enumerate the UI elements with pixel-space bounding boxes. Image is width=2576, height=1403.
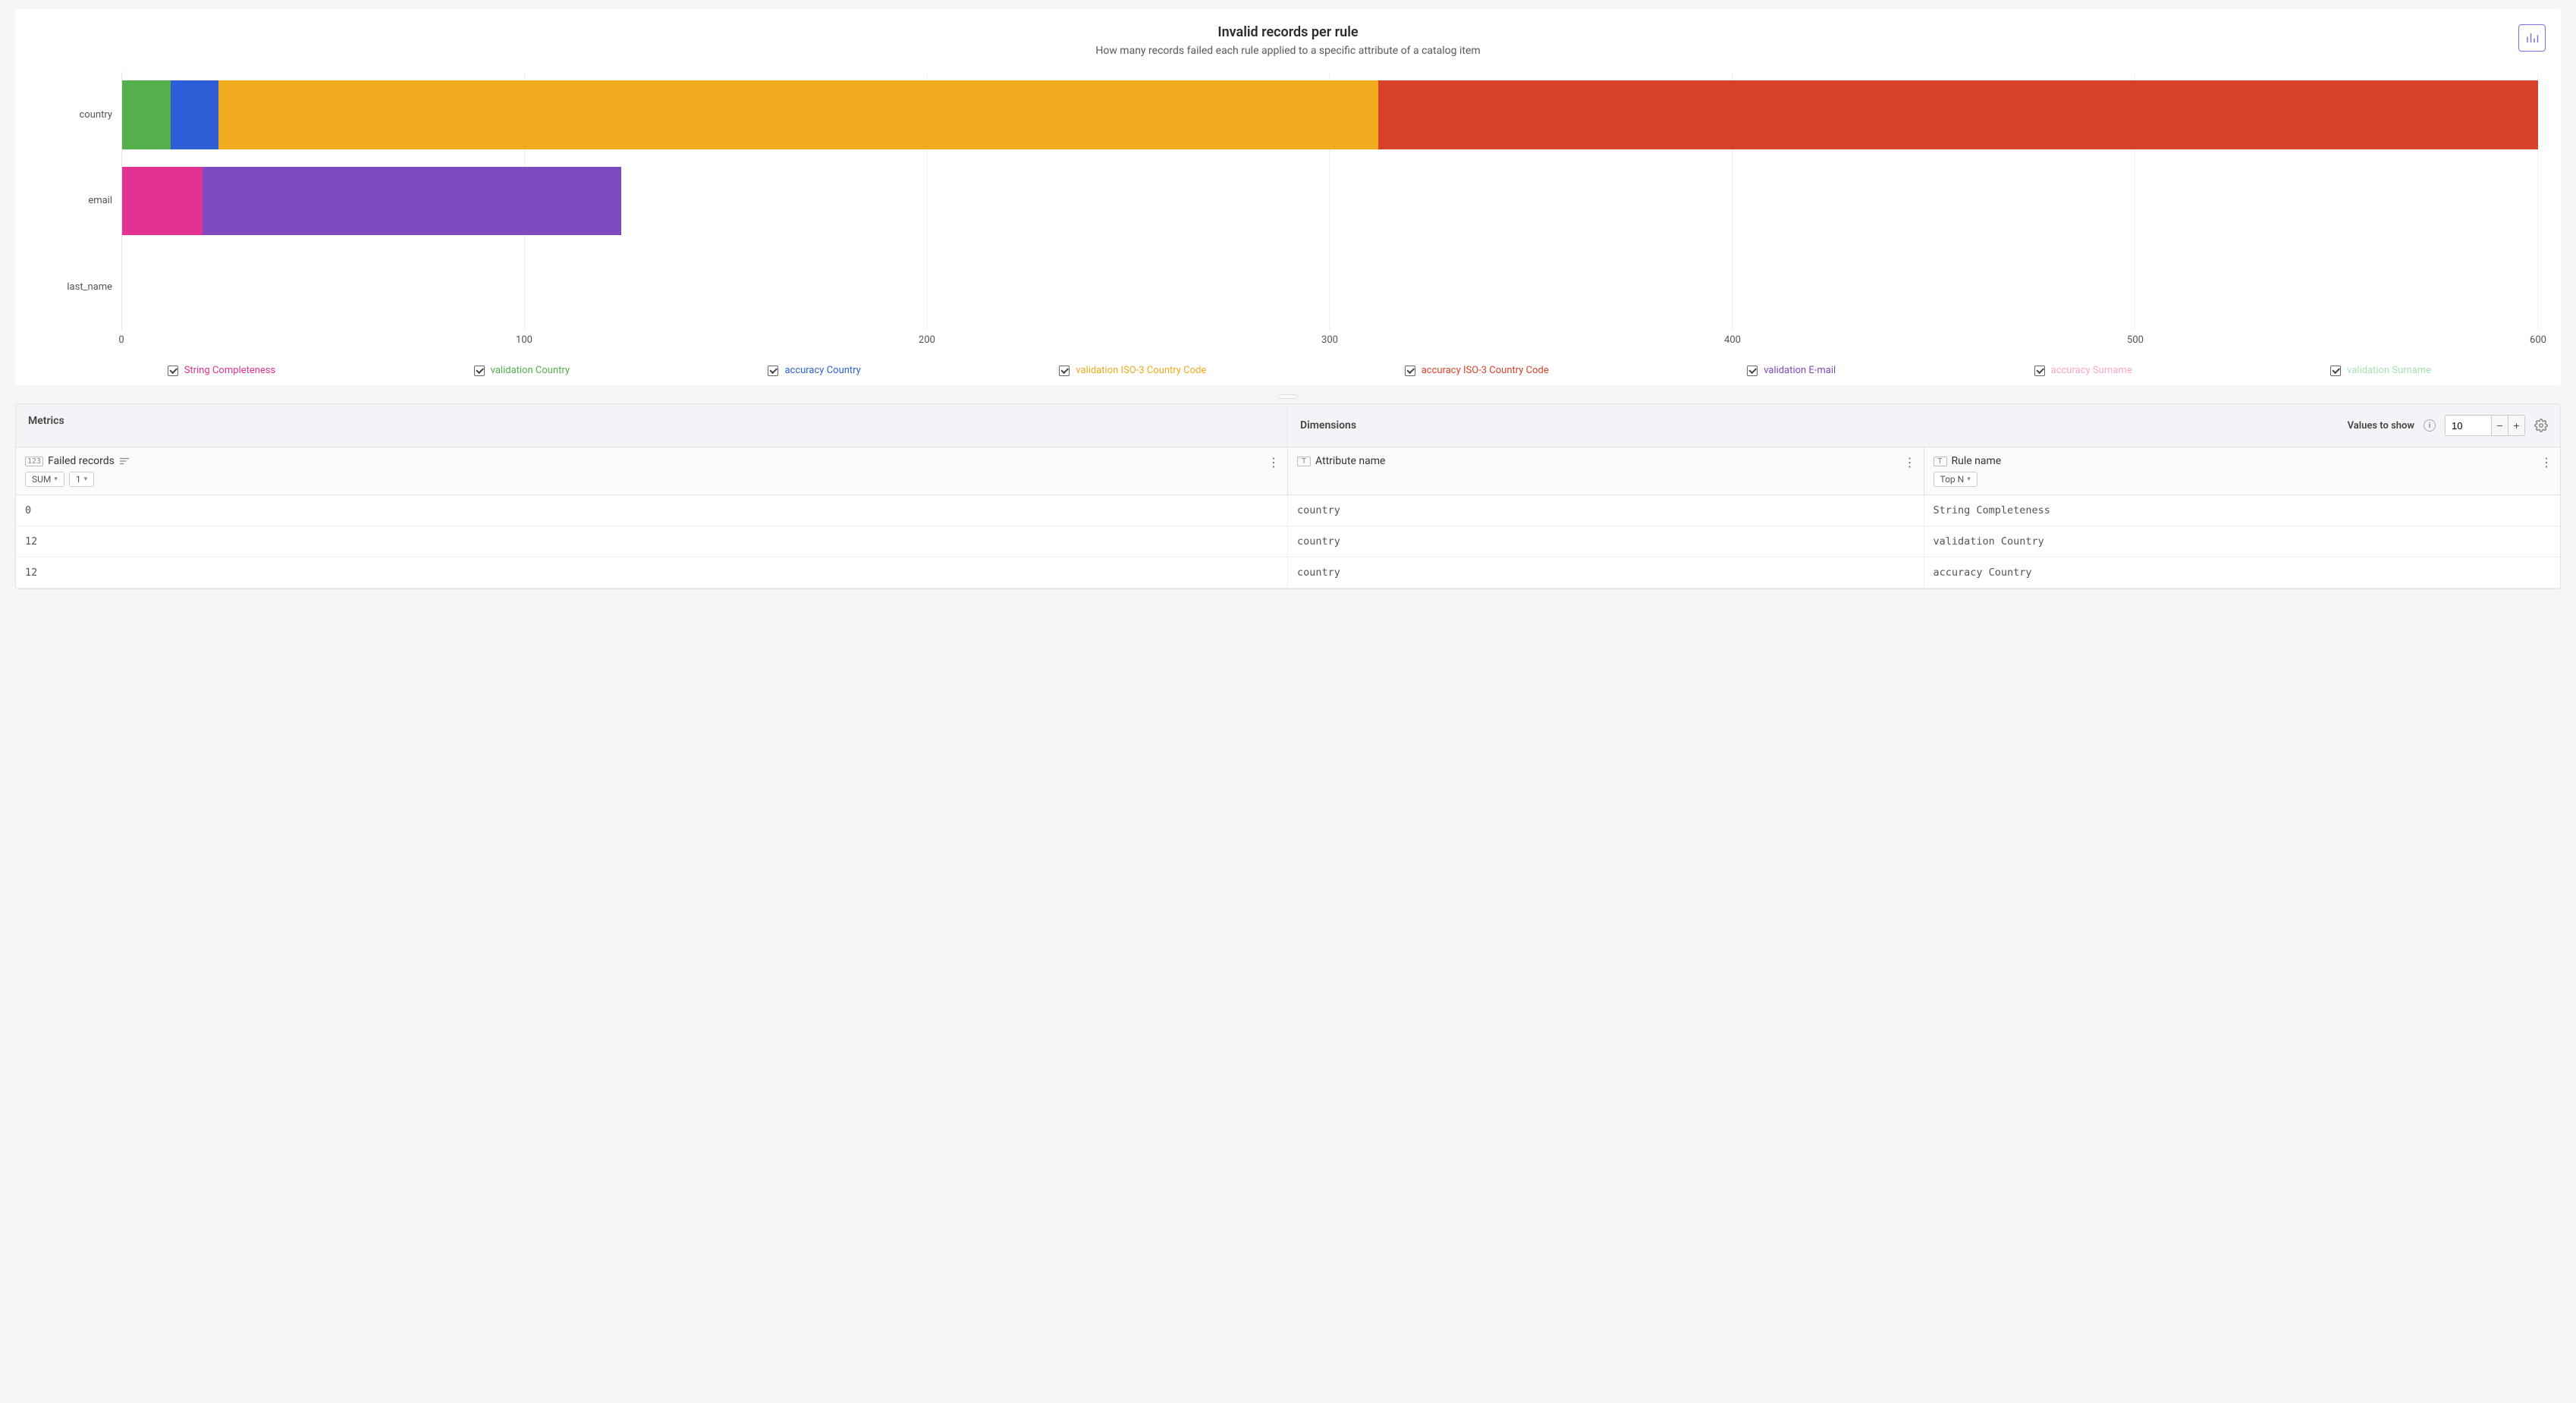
legend-checkbox[interactable] bbox=[168, 366, 178, 376]
y-axis-label: email bbox=[38, 158, 121, 243]
y-axis-label: last_name bbox=[38, 244, 121, 330]
table-cell: accuracy Country bbox=[1924, 557, 2561, 588]
legend-checkbox[interactable] bbox=[1405, 366, 1415, 376]
chart-area: countryemaillast_name bbox=[38, 72, 2538, 330]
legend-checkbox[interactable] bbox=[768, 366, 778, 376]
x-axis-tick: 100 bbox=[516, 334, 532, 346]
legend-checkbox[interactable] bbox=[474, 366, 485, 376]
metrics-header: Metrics bbox=[16, 404, 1288, 447]
bar-stack[interactable] bbox=[122, 167, 2538, 236]
legend-label: accuracy Country bbox=[784, 365, 860, 376]
attr-menu-icon[interactable]: ⋮ bbox=[1904, 457, 1916, 469]
legend-item[interactable]: accuracy Surname bbox=[2030, 363, 2137, 378]
stepper-minus[interactable]: − bbox=[2491, 416, 2508, 435]
table-cell: country bbox=[1288, 495, 1924, 526]
y-axis-label: country bbox=[38, 72, 121, 158]
legend-label: validation ISO-3 Country Code bbox=[1076, 365, 1206, 376]
bar-segment[interactable] bbox=[218, 80, 1378, 149]
bar-segment[interactable] bbox=[171, 80, 219, 149]
legend-label: validation Surname bbox=[2347, 365, 2431, 376]
chart-type-button[interactable] bbox=[2518, 24, 2546, 52]
aggregation-pill[interactable]: SUM▾ bbox=[25, 472, 64, 487]
table-row[interactable]: 0countryString Completeness bbox=[16, 495, 2560, 526]
bar-segment[interactable] bbox=[122, 80, 171, 149]
sort-icon[interactable] bbox=[119, 457, 130, 466]
legend-item[interactable]: validation E-mail bbox=[1742, 363, 1840, 378]
x-axis-tick: 400 bbox=[1724, 334, 1741, 346]
legend-checkbox[interactable] bbox=[2330, 366, 2341, 376]
legend-label: accuracy Surname bbox=[2051, 365, 2132, 376]
type-badge-text: T bbox=[1297, 457, 1311, 466]
table-row[interactable]: 12countryvalidation Country bbox=[16, 526, 2560, 557]
table-cell: country bbox=[1288, 557, 1924, 588]
legend-item[interactable]: validation Surname bbox=[2326, 363, 2436, 378]
bar-segment[interactable] bbox=[1378, 80, 2538, 149]
legend-item[interactable]: String Completeness bbox=[163, 363, 281, 378]
table-cell: country bbox=[1288, 526, 1924, 557]
rule-menu-icon[interactable]: ⋮ bbox=[2540, 457, 2552, 469]
chart-legend: String Completeness validation Country acc… bbox=[68, 363, 2530, 378]
table-cell: 0 bbox=[16, 495, 1288, 526]
rule-filter-pill[interactable]: Top N▾ bbox=[1934, 472, 1978, 487]
legend-checkbox[interactable] bbox=[1747, 366, 1758, 376]
x-axis-tick: 600 bbox=[2530, 334, 2546, 346]
chart-subtitle: How many records failed each rule applie… bbox=[38, 45, 2538, 57]
legend-item[interactable]: validation Country bbox=[470, 363, 574, 378]
rule-column-name: Rule name bbox=[1952, 455, 2002, 467]
stepper-plus[interactable]: + bbox=[2508, 416, 2524, 435]
type-badge-text: T bbox=[1934, 457, 1947, 466]
x-axis-tick: 0 bbox=[118, 334, 124, 346]
x-axis-tick: 500 bbox=[2127, 334, 2144, 346]
bar-stack[interactable] bbox=[122, 80, 2538, 149]
chart-title: Invalid records per rule bbox=[38, 24, 2538, 40]
values-to-show-input[interactable] bbox=[2446, 416, 2491, 435]
x-axis: 0100200300400500600 bbox=[121, 334, 2538, 350]
legend-checkbox[interactable] bbox=[1059, 366, 1070, 376]
x-axis-tick: 200 bbox=[919, 334, 935, 346]
bar-stack[interactable] bbox=[122, 253, 2538, 322]
legend-label: accuracy ISO-3 Country Code bbox=[1422, 365, 1549, 376]
metric-number-pill[interactable]: 1▾ bbox=[69, 472, 94, 487]
chart-card: Invalid records per rule How many record… bbox=[15, 9, 2561, 385]
legend-item[interactable]: accuracy Country bbox=[763, 363, 865, 378]
table-cell: String Completeness bbox=[1924, 495, 2561, 526]
legend-label: String Completeness bbox=[184, 365, 276, 376]
values-to-show-label: Values to show bbox=[2348, 420, 2414, 432]
data-panel: Metrics Dimensions Values to show i − + … bbox=[15, 403, 2561, 589]
gear-icon[interactable] bbox=[2534, 419, 2548, 432]
table-cell: validation Country bbox=[1924, 526, 2561, 557]
bar-segment[interactable] bbox=[122, 167, 203, 236]
values-to-show-stepper[interactable]: − + bbox=[2445, 415, 2525, 436]
type-badge-numeric: 123 bbox=[25, 457, 43, 466]
table-cell: 12 bbox=[16, 557, 1288, 588]
legend-item[interactable]: accuracy ISO-3 Country Code bbox=[1400, 363, 1553, 378]
legend-checkbox[interactable] bbox=[2034, 366, 2045, 376]
legend-label: validation Country bbox=[491, 365, 570, 376]
metric-column-name: Failed records bbox=[48, 455, 115, 467]
metric-menu-icon[interactable]: ⋮ bbox=[1268, 457, 1280, 469]
info-icon[interactable]: i bbox=[2424, 419, 2436, 432]
bar-segment[interactable] bbox=[203, 167, 621, 236]
bar-chart-icon bbox=[2525, 31, 2539, 45]
legend-label: validation E-mail bbox=[1764, 365, 1836, 376]
dimensions-header: Dimensions bbox=[1300, 419, 1356, 432]
x-axis-tick: 300 bbox=[1321, 334, 1338, 346]
attr-column-name: Attribute name bbox=[1315, 455, 1385, 467]
legend-item[interactable]: validation ISO-3 Country Code bbox=[1054, 363, 1211, 378]
table-row[interactable]: 12countryaccuracy Country bbox=[16, 557, 2560, 589]
resize-handle[interactable] bbox=[1278, 394, 1298, 399]
table-cell: 12 bbox=[16, 526, 1288, 557]
